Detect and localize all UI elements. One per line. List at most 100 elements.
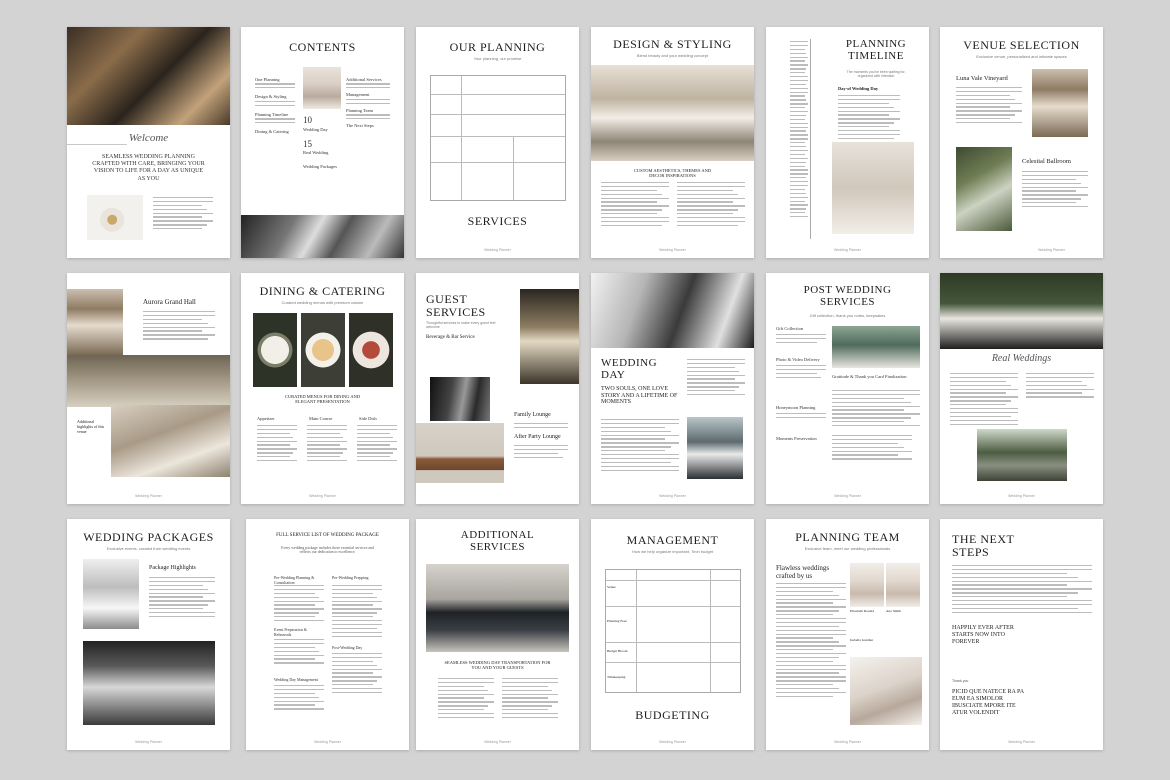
footer: Wedding Planner (659, 494, 686, 498)
team-meeting-photo (850, 657, 922, 725)
guest-h3: After Party Lounge (514, 434, 561, 440)
page-planning-timeline: PLANNING TIMELINE The moments you've bee… (766, 27, 929, 258)
packages-title: WEDDING PACKAGES (83, 530, 214, 544)
team-photo-2 (886, 563, 920, 607)
full-service-list-5 (332, 653, 382, 696)
mgmt-row: Planning Fees (607, 619, 627, 623)
contents-item[interactable]: The Next Steps (346, 123, 396, 129)
team-title: PLANNING TEAM (795, 530, 900, 544)
team-text (776, 583, 846, 700)
timeline-title: PLANNING TIMELINE (845, 38, 907, 62)
post-h4: Moments Preservation (776, 436, 817, 441)
dish-photo-3 (349, 313, 393, 387)
dish-photo-2 (301, 313, 345, 387)
page-wedding-day: WEDDING DAY TWO SOULS, ONE LOVE STORY AN… (591, 273, 754, 504)
footer: Wedding Planner (135, 740, 162, 744)
footer: Wedding Planner (1008, 494, 1035, 498)
mgmt-row: Budget Bloom (607, 649, 628, 653)
team-name-2: Ana Smith (886, 609, 902, 613)
hall-photo-3 (111, 405, 230, 477)
package-highlights-list (149, 577, 215, 620)
guest-title: GUEST SERVICES (426, 292, 486, 319)
page-welcome: Welcome SEAMLESS WEDDING PLANNING CRAFTE… (67, 27, 230, 258)
page-aurora-hall: Aurora Grand Hall Additional highlights … (67, 273, 230, 504)
venue2-photo (956, 147, 1012, 231)
page-planning-team: PLANNING TEAM Exclusive team, meet our w… (766, 519, 929, 750)
next-title: THE NEXT STEPS (952, 532, 1015, 559)
menu-items-3 (357, 425, 397, 464)
wedding-day-sub: TWO SOULS, ONE LOVE STORY AND A LIFETIME… (601, 386, 678, 406)
timeline-vertical-line (810, 39, 811, 239)
wedding-day-title: WEDDING DAY (601, 357, 658, 381)
page-additional-services: ADDITIONAL SERVICES SEAMLESS WEDDING DAY… (416, 519, 579, 750)
full-service-intro: Every wedding package includes these ess… (281, 546, 374, 554)
team-name-1: Elisabeth Ronald (850, 609, 875, 613)
dining-caption: CURATED MENUS FOR DINING AND ELEGANT PRE… (284, 394, 361, 405)
guest-text-1 (514, 423, 568, 431)
post-h5: Gratitude & Thank you Card Finalization (832, 374, 907, 379)
team-photo-1 (850, 563, 884, 607)
design-body-left (601, 182, 669, 229)
stationery-photo (832, 326, 920, 368)
contents-photo (303, 67, 341, 109)
full-service-list-1 (274, 585, 324, 624)
wedding-day-text-left (601, 419, 679, 473)
dining-subtitle: Curated wedding menus with premium cuisi… (281, 299, 364, 305)
menu-col-side: Side Dish (359, 416, 377, 421)
post-text-1 (776, 334, 826, 346)
package-highlights-heading: Package Highlights (149, 565, 196, 571)
venue-subtitle: Exclusive venue, personalized and intima… (976, 53, 1067, 59)
real-weddings-script-title: Real Weddings (991, 353, 1052, 364)
page-next-steps: THE NEXT STEPS HAPPILY EVER AFTER STARTS… (940, 519, 1103, 750)
post-h1: Gift Collection (776, 326, 804, 331)
venue1-text (956, 87, 1022, 126)
contents-item[interactable]: Real Wedding (303, 150, 341, 156)
contents-item[interactable]: Dining & Catering (255, 129, 299, 135)
page-design-styling: DESIGN & STYLING Blend beauty and your w… (591, 27, 754, 258)
footer: Wedding Planner (1038, 248, 1065, 252)
contents-bottom-photo (241, 215, 404, 258)
venue2-name: Celestial Ballroom (1022, 158, 1071, 165)
guest-h2: Family Lounge (514, 412, 551, 418)
page-real-weddings: Real Weddings Wedding Planner (940, 273, 1103, 504)
full-service-list-2 (274, 639, 324, 666)
contents-number: 15 (303, 138, 312, 149)
page-guest-services: GUEST SERVICES Thoughtful services to ma… (416, 273, 579, 504)
dish-photo-1 (253, 313, 297, 387)
mgmt-row: Venue (607, 585, 616, 589)
champagne-photo (520, 289, 579, 384)
timeline-left-entries (790, 41, 808, 220)
menu-items-2 (307, 425, 347, 464)
full-service-title: FULL SERVICE LIST OF WEDDING PACKAGE (276, 533, 379, 538)
management-subtitle: How we help organize important, Tech bud… (631, 548, 714, 554)
footer: Wedding Planner (834, 740, 861, 744)
menu-col-appetizer: Appetizer (257, 416, 275, 421)
additional-text-left (438, 678, 494, 721)
ballroom-photo (591, 65, 754, 161)
design-title: DESIGN & STYLING (613, 37, 732, 51)
page-dining-catering: DINING & CATERING Curated wedding menus … (241, 273, 404, 504)
contents-item[interactable]: Wedding Day (303, 127, 341, 133)
additional-text-right (502, 678, 558, 721)
page-management: MANAGEMENT How we help organize importan… (591, 519, 754, 750)
page-contents: CONTENTS One Planning Design & Styling P… (241, 27, 404, 258)
lobby-photo (67, 27, 230, 125)
next-mid-text: HAPPILY EVER AFTER STARTS NOW INTO FOREV… (952, 625, 1014, 645)
mgmt-row: Timekeeping (607, 675, 626, 679)
page-full-service-list: FULL SERVICE LIST OF WEDDING PACKAGE Eve… (246, 519, 409, 750)
post-text-2 (776, 365, 826, 381)
full-service-h3: Wedding Day Management (274, 677, 318, 682)
post-bullets (832, 435, 912, 462)
page-wedding-packages: WEDDING PACKAGES Exclusive events, curat… (67, 519, 230, 750)
footer: Wedding Planner (314, 740, 341, 744)
services-title: SERVICES (467, 214, 528, 228)
contents-item[interactable]: Wedding Packages (303, 164, 341, 170)
hall-photo-2 (67, 355, 230, 407)
real-text-right (1026, 373, 1094, 400)
dress-photo (83, 559, 139, 629)
design-caption: CUSTOM AESTHETICS, THEMES AND DECOR INSP… (633, 168, 712, 179)
dining-title: DINING & CATERING (259, 284, 386, 298)
venue2-text (1022, 171, 1088, 210)
full-service-h4: Post-Wedding Day (332, 645, 363, 650)
full-service-h2: Event Preparation & Rehearsals (274, 627, 307, 637)
